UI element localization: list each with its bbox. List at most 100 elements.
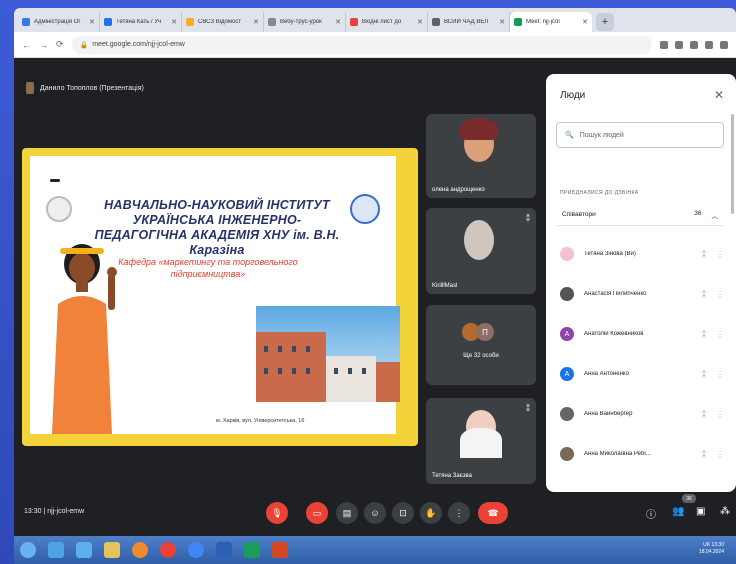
university-logo (46, 196, 72, 222)
participant-row[interactable]: Тетяна Зінова (Ви) ⁑ ⋮ (560, 244, 728, 264)
raise-hand-button[interactable]: ✋ (420, 502, 442, 524)
browser-tab[interactable]: ВСИИ ЧАД ВЕЛ ✕ (428, 12, 510, 32)
language-indicator: UK (703, 542, 711, 548)
avatar (560, 287, 574, 301)
participant-tile[interactable]: ⁑ KirilllMasl (426, 208, 536, 294)
ie-icon[interactable] (48, 542, 64, 558)
camera-icon[interactable] (660, 40, 668, 49)
slide-address: м. Харків, вул. Університетська, 16 (216, 418, 305, 424)
tab-favicon-icon (514, 18, 522, 26)
search-placeholder: Пошук людей (579, 131, 624, 139)
start-icon[interactable] (20, 542, 36, 558)
powerpoint-icon[interactable] (272, 542, 288, 558)
camera-toggle-button[interactable]: ▭ (306, 502, 328, 524)
tab-favicon-icon (186, 18, 194, 26)
tab-favicon-icon (268, 18, 276, 26)
more-options-icon[interactable]: ⋮ (712, 410, 728, 419)
browser-tab[interactable]: Вебу-трус-урок ✕ (264, 12, 346, 32)
back-icon[interactable]: ← (22, 40, 31, 50)
address-bar: ← → ⟳ 🔒 meet.google.com/njj-jcol-emw (14, 32, 736, 58)
participant-tile[interactable]: олена андрощенко (426, 114, 536, 198)
girl-illustration (52, 244, 117, 434)
participant-name: олена андрощенко (432, 187, 485, 193)
section-heading: ПРИЄДНАЛИСЯ ДО ДЗВІНКА (560, 190, 639, 196)
mic-off-icon: ⁑ (702, 369, 706, 379)
new-tab-button[interactable]: + (596, 13, 614, 31)
present-button[interactable]: ⊡ (392, 502, 414, 524)
browser-tab[interactable]: Вхідні лист до ✕ (346, 12, 428, 32)
close-tab-icon[interactable]: ✕ (582, 18, 588, 26)
profile-icon[interactable] (720, 40, 728, 49)
browser-tab[interactable]: Meet: njj-jcol ✕ (510, 12, 592, 32)
browser-tab[interactable]: Тетяна Кать / Уч ✕ (100, 12, 182, 32)
system-tray[interactable]: UK 13:30 18.04.2024 (699, 542, 724, 556)
close-tab-icon[interactable]: ✕ (89, 18, 95, 26)
participant-row[interactable]: Анастасія Пилипченко ⁑ ⋮ (560, 284, 728, 304)
participant-name: Анна Миколаївна Ребі... (584, 451, 651, 457)
browser-tab[interactable]: СВСЗ Відомост ✕ (182, 12, 264, 32)
activities-icon[interactable]: ⁂ (720, 506, 730, 517)
participant-video (464, 220, 494, 260)
word-icon[interactable] (216, 542, 232, 558)
taskbar: UK 13:30 18.04.2024 (14, 536, 736, 564)
participant-tile[interactable]: ⁑ Тетяна Заєзва (426, 398, 536, 484)
close-tab-icon[interactable]: ✕ (335, 18, 341, 26)
mic-toggle-button[interactable]: 🎙 (266, 502, 288, 524)
forward-icon[interactable]: → (39, 40, 48, 50)
more-options-icon[interactable]: ⋮ (712, 370, 728, 379)
media-player-icon[interactable] (132, 542, 148, 558)
presentation-slide: НАВЧАЛЬНО-НАУКОВИЙ ІНСТИТУТ УКРАЇНСЬКА І… (22, 148, 418, 446)
more-participants-tile[interactable]: П Ще 32 особи (426, 305, 536, 385)
close-icon[interactable]: ✕ (714, 88, 724, 102)
participant-name: Анна Антоненко (584, 371, 629, 377)
panel-title: Люди (560, 90, 586, 101)
tab-strip: Адміністрація Ог ✕ Тетяна Кать / Уч ✕ СВСЗ В… (14, 8, 736, 32)
participant-row[interactable]: Анна Вайнбергер ⁑ ⋮ (560, 404, 728, 424)
leave-call-button[interactable]: ☎ (478, 502, 508, 524)
avatar (560, 247, 574, 261)
contributors-group[interactable]: Співавтори 36 ︿ (556, 204, 724, 226)
close-tab-icon[interactable]: ✕ (253, 18, 259, 26)
extension-icon[interactable] (705, 40, 713, 49)
scrollbar[interactable] (731, 114, 734, 214)
tab-label: Вхідні лист до (362, 19, 402, 25)
explorer-icon[interactable] (104, 542, 120, 558)
info-icon[interactable]: ⓘ (646, 506, 656, 521)
building-photo (256, 306, 400, 402)
chrome-icon[interactable] (160, 542, 176, 558)
participant-name: Анатолій Кожевников (584, 331, 644, 337)
close-tab-icon[interactable]: ✕ (499, 18, 505, 26)
edge-icon[interactable] (76, 542, 92, 558)
browser-tab[interactable]: Адміністрація Ог ✕ (18, 12, 100, 32)
chevron-up-icon[interactable]: ︿ (712, 210, 719, 220)
emoji-button[interactable]: ☺ (364, 502, 386, 524)
tab-label: Вебу-трус-урок (280, 19, 322, 25)
chat-icon[interactable]: ▣ (696, 506, 705, 517)
participant-row[interactable]: A Анатолій Кожевников ⁑ ⋮ (560, 324, 728, 344)
url-field[interactable]: 🔒 meet.google.com/njj-jcol-emw (71, 35, 652, 54)
tab-favicon-icon (432, 18, 440, 26)
more-options-button[interactable]: ⋮ (448, 502, 470, 524)
extensions-bar (660, 40, 728, 49)
participant-row[interactable]: A Анна Антоненко ⁑ ⋮ (560, 364, 728, 384)
chrome-icon-2[interactable] (188, 542, 204, 558)
search-icon: 🔍 (565, 132, 574, 139)
mic-off-icon: ⁑ (702, 289, 706, 299)
more-options-icon[interactable]: ⋮ (712, 330, 728, 339)
close-tab-icon[interactable]: ✕ (171, 18, 177, 26)
app-icon[interactable] (244, 542, 260, 558)
star-icon[interactable] (690, 40, 698, 49)
tab-favicon-icon (104, 18, 112, 26)
share-icon[interactable] (675, 40, 683, 49)
close-tab-icon[interactable]: ✕ (417, 18, 423, 26)
participant-row[interactable]: Анна Миколаївна Ребі... ⁑ ⋮ (560, 444, 728, 464)
more-options-icon[interactable]: ⋮ (712, 450, 728, 459)
people-search-input[interactable]: 🔍 Пошук людей (556, 122, 724, 148)
more-options-icon[interactable]: ⋮ (712, 290, 728, 299)
people-icon[interactable]: 👥 (672, 506, 684, 517)
captions-button[interactable]: ▤ (336, 502, 358, 524)
more-options-icon[interactable]: ⋮ (712, 250, 728, 259)
tab-label: ВСИИ ЧАД ВЕЛ (444, 19, 489, 25)
reload-icon[interactable]: ⟳ (56, 39, 64, 50)
meeting-info: 13:30 | njj-jcol-emw (24, 508, 85, 515)
